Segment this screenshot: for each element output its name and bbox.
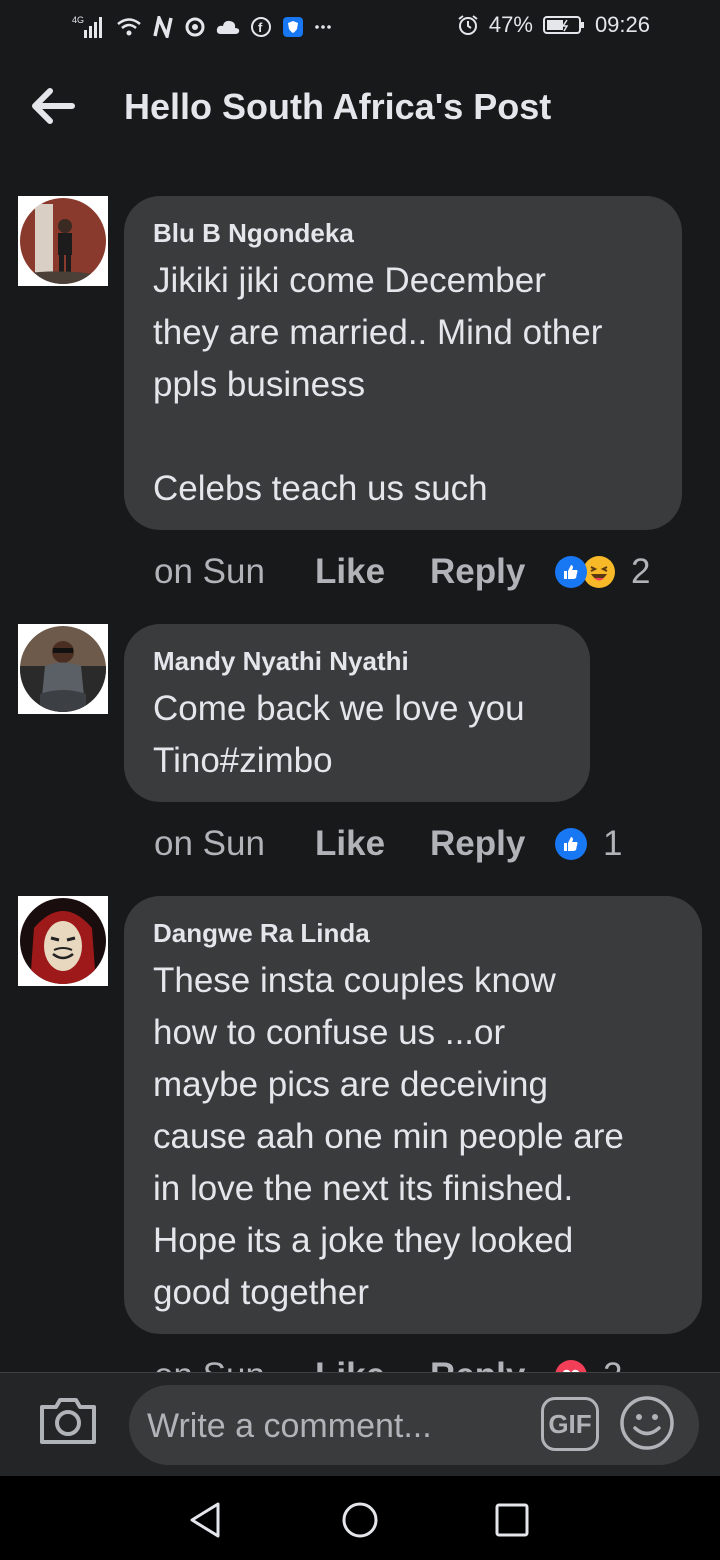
comment-text: Jikiki jiki come December they are marri… xyxy=(153,261,603,508)
reactions-summary[interactable]: 2 xyxy=(555,552,650,592)
reaction-count: 1 xyxy=(603,824,623,863)
comment-bubble[interactable]: Mandy Nyathi Nyathi Come back we love yo… xyxy=(124,624,590,802)
comment-bubble[interactable]: Dangwe Ra Linda These insta couples know… xyxy=(124,896,702,1334)
comment-actions: on Sun Like Reply 1 xyxy=(154,819,622,869)
nav-back-button[interactable] xyxy=(186,1500,226,1540)
comment-author[interactable]: Mandy Nyathi Nyathi xyxy=(153,646,561,677)
reaction-count: 2 xyxy=(631,552,651,591)
more-notifications-icon xyxy=(314,24,332,30)
like-button[interactable]: Like xyxy=(315,1356,430,1372)
shield-icon xyxy=(282,16,304,38)
like-reaction-icon xyxy=(555,828,587,860)
comment-actions: on Sun Like Reply 2 xyxy=(154,547,650,597)
comment-list: Blu B Ngondeka Jikiki jiki come December… xyxy=(0,160,720,1372)
signal-icon: 4G xyxy=(72,14,106,40)
profile-photo xyxy=(20,626,106,712)
reply-button[interactable]: Reply xyxy=(430,824,555,864)
alarm-clock-icon xyxy=(457,14,479,36)
like-reaction-icon xyxy=(555,556,587,588)
comment-input-wrapper[interactable]: GIF xyxy=(129,1385,699,1465)
cloud-icon xyxy=(216,18,240,36)
nav-recents-button[interactable] xyxy=(492,1500,532,1540)
circle-home-icon xyxy=(342,1502,378,1538)
like-button[interactable]: Like xyxy=(315,552,430,592)
comment-bubble[interactable]: Blu B Ngondeka Jikiki jiki come December… xyxy=(124,196,682,530)
emoji-button[interactable] xyxy=(619,1395,677,1453)
wifi-icon xyxy=(116,16,142,38)
comment-timestamp[interactable]: on Sun xyxy=(154,1356,315,1372)
profile-photo xyxy=(20,898,106,984)
square-recents-icon xyxy=(495,1503,529,1537)
svg-text:f: f xyxy=(258,20,263,35)
reply-button[interactable]: Reply xyxy=(430,552,555,592)
avatar[interactable] xyxy=(18,196,108,286)
gif-button[interactable]: GIF xyxy=(541,1397,599,1451)
comment-input[interactable] xyxy=(145,1403,529,1449)
avatar[interactable] xyxy=(18,624,108,714)
post-header: Hello South Africa's Post xyxy=(0,56,720,160)
arrow-left-icon xyxy=(32,88,75,124)
comment-author[interactable]: Dangwe Ra Linda xyxy=(153,918,673,949)
sync-icon xyxy=(184,16,206,38)
haha-reaction-icon xyxy=(583,556,615,588)
reactions-summary[interactable]: 1 xyxy=(555,824,622,864)
avatar[interactable] xyxy=(18,896,108,986)
facebook-icon: f xyxy=(250,16,272,38)
comment-author[interactable]: Blu B Ngondeka xyxy=(153,218,653,249)
triangle-back-icon xyxy=(190,1502,220,1538)
comment-text: Come back we love you Tino#zimbo xyxy=(153,689,525,780)
comment-timestamp[interactable]: on Sun xyxy=(154,824,315,864)
clock-time: 09:26 xyxy=(594,12,650,37)
reply-button[interactable]: Reply xyxy=(430,1356,555,1372)
smiley-icon xyxy=(620,1396,674,1450)
camera-icon xyxy=(40,1398,96,1444)
comment-composer: GIF xyxy=(0,1372,720,1477)
nav-home-button[interactable] xyxy=(340,1500,380,1540)
reactions-summary[interactable]: 2 xyxy=(555,1356,622,1372)
status-bar: 4G f 47% 09:26 xyxy=(0,0,720,56)
reaction-count: 2 xyxy=(603,1356,622,1372)
battery-icon xyxy=(542,14,585,36)
like-button[interactable]: Like xyxy=(315,824,430,864)
profile-photo xyxy=(20,198,106,284)
network-type-label: 4G xyxy=(72,15,84,25)
comment-timestamp[interactable]: on Sun xyxy=(154,552,315,592)
nfc-icon xyxy=(152,16,174,38)
love-reaction-icon xyxy=(555,1360,587,1372)
system-navigation-bar xyxy=(0,1476,720,1560)
battery-percent: 47% xyxy=(488,12,533,37)
camera-button[interactable] xyxy=(38,1395,100,1451)
page-title: Hello South Africa's Post xyxy=(124,86,552,127)
back-button[interactable] xyxy=(30,86,78,126)
comment-text: These insta couples know how to confuse … xyxy=(153,961,624,1312)
comment-actions: on Sun Like Reply 2 xyxy=(154,1351,622,1372)
